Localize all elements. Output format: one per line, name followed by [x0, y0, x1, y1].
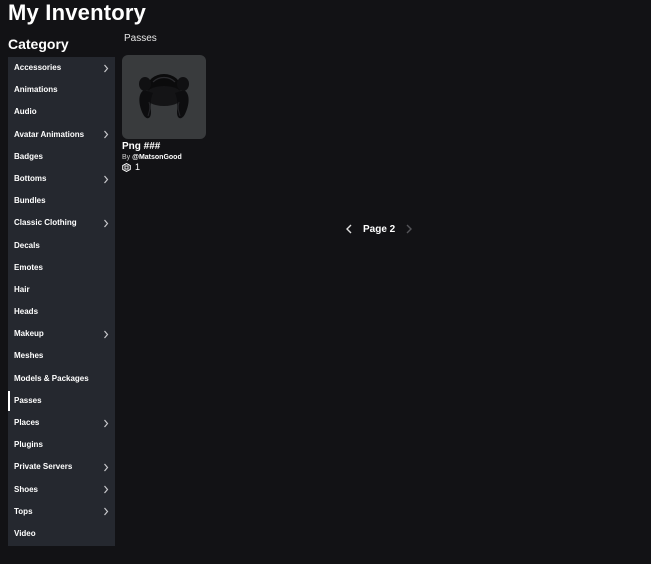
sidebar-item-animations[interactable]: Animations — [8, 79, 115, 101]
sidebar-item-label: Makeup — [14, 329, 44, 339]
chevron-right-icon[interactable] — [103, 456, 109, 478]
sidebar-item-label: Classic Clothing — [14, 218, 77, 228]
sidebar-item-decals[interactable]: Decals — [8, 235, 115, 257]
item-price-value: 1 — [135, 162, 141, 172]
sidebar-item-audio[interactable]: Audio — [8, 101, 115, 123]
sidebar-item-video[interactable]: Video — [8, 523, 115, 545]
chevron-right-icon[interactable] — [103, 168, 109, 190]
sidebar-item-label: Audio — [14, 107, 37, 117]
sidebar-item-label: Avatar Animations — [14, 129, 85, 139]
sidebar-item-label: Passes — [14, 395, 42, 405]
item-thumbnail[interactable] — [122, 55, 206, 139]
sidebar-item-heads[interactable]: Heads — [8, 301, 115, 323]
section-label: Passes — [124, 33, 157, 44]
chevron-right-icon — [406, 224, 413, 234]
sidebar-item-label: Private Servers — [14, 462, 73, 472]
sidebar-item-label: Tops — [14, 506, 33, 516]
sidebar-item-shoes[interactable]: Shoes — [8, 479, 115, 501]
item-name[interactable]: Png ### — [122, 141, 206, 152]
next-page-button[interactable] — [405, 224, 413, 234]
sidebar-item-label: Bottoms — [14, 173, 47, 183]
category-heading: Category — [8, 36, 69, 52]
sidebar-item-makeup[interactable]: Makeup — [8, 323, 115, 345]
sidebar-item-label: Emotes — [14, 262, 43, 272]
sidebar-item-avatar-animations[interactable]: Avatar Animations — [8, 124, 115, 146]
sidebar-item-classic-clothing[interactable]: Classic Clothing — [8, 212, 115, 234]
sidebar-item-emotes[interactable]: Emotes — [8, 257, 115, 279]
sidebar-item-tops[interactable]: Tops — [8, 501, 115, 523]
sidebar-item-accessories[interactable]: Accessories — [8, 57, 115, 79]
creator-prefix: By — [122, 154, 131, 161]
sidebar-item-label: Badges — [14, 151, 43, 161]
sidebar-item-meshes[interactable]: Meshes — [8, 345, 115, 367]
category-sidebar: Accessories Animations Audio Avatar Animati… — [8, 57, 115, 546]
sidebar-item-label: Animations — [14, 85, 58, 95]
robux-icon — [122, 162, 131, 172]
sidebar-item-bundles[interactable]: Bundles — [8, 190, 115, 212]
sidebar-item-badges[interactable]: Badges — [8, 146, 115, 168]
sidebar-item-label: Decals — [14, 240, 40, 250]
pagination: Page 2 — [345, 220, 413, 238]
sidebar-item-label: Bundles — [14, 196, 46, 206]
sidebar-item-label: Places — [14, 418, 40, 427]
chevron-right-icon[interactable] — [103, 124, 109, 146]
creator-link[interactable]: @MatsonGood — [132, 154, 182, 161]
sidebar-item-label: Heads — [14, 307, 39, 317]
sidebar-item-label: Video — [14, 528, 36, 538]
sidebar-item-hair[interactable]: Hair — [8, 279, 115, 301]
chevron-left-icon — [346, 224, 352, 234]
item-creator: By @MatsonGood — [122, 154, 206, 161]
prev-page-button[interactable] — [345, 224, 353, 234]
chevron-right-icon[interactable] — [103, 479, 109, 501]
page-indicator: Page 2 — [363, 223, 396, 235]
sidebar-item-plugins[interactable]: Plugins — [8, 434, 115, 456]
sidebar-item-label: Accessories — [14, 63, 62, 72]
sidebar-item-label: Shoes — [14, 484, 39, 494]
page-title: My Inventory — [8, 0, 147, 25]
sidebar-item-bottoms[interactable]: Bottoms — [8, 168, 115, 190]
sidebar-item-label: Plugins — [14, 440, 43, 450]
sidebar-item-label: Hair — [14, 284, 30, 294]
item-price: 1 — [122, 162, 206, 172]
hair-thumbnail-icon — [139, 74, 189, 119]
chevron-right-icon[interactable] — [103, 57, 109, 79]
sidebar-item-passes[interactable]: Passes — [8, 390, 115, 412]
sidebar-item-private-servers[interactable]: Private Servers — [8, 456, 115, 478]
chevron-right-icon[interactable] — [103, 501, 109, 523]
item-card[interactable]: Png ### By @MatsonGood 1 — [122, 55, 206, 172]
chevron-right-icon[interactable] — [103, 412, 109, 434]
sidebar-item-places[interactable]: Places — [8, 412, 115, 434]
sidebar-item-label: Models & Packages — [14, 373, 89, 383]
sidebar-item-label: Meshes — [14, 351, 44, 361]
sidebar-item-models-packages[interactable]: Models & Packages — [8, 368, 115, 390]
chevron-right-icon[interactable] — [103, 323, 109, 345]
chevron-right-icon[interactable] — [103, 212, 109, 234]
